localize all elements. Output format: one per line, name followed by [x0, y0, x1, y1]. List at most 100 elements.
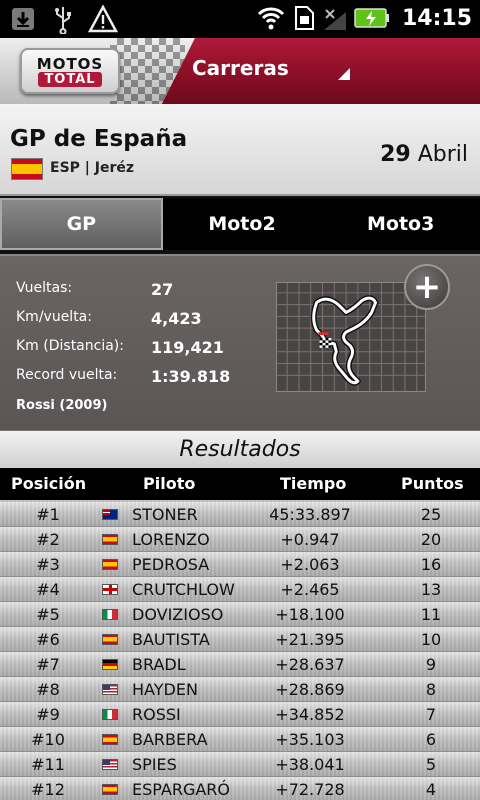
usb-icon: [55, 7, 71, 34]
col-time[interactable]: Tiempo: [280, 474, 346, 493]
rider-name: DOVIZIOSO: [132, 605, 224, 624]
app-header: MOTOS TOTAL Carreras: [0, 38, 480, 104]
race-location: ESP | Jeréz: [50, 160, 135, 176]
table-row[interactable]: #11 SPIES +38.041 5: [0, 752, 480, 777]
col-points[interactable]: Puntos: [401, 474, 464, 493]
section-dropdown[interactable]: Carreras: [192, 56, 289, 80]
table-row[interactable]: #10 BARBERA +35.103 6: [0, 727, 480, 752]
position: #10: [31, 730, 65, 749]
col-rider[interactable]: Piloto: [143, 474, 195, 493]
total-distance-label: Km (Distancia):: [16, 338, 124, 354]
tab-moto2[interactable]: Moto2: [163, 198, 322, 250]
tab-gp[interactable]: GP: [0, 198, 163, 250]
points: 11: [420, 605, 442, 624]
app-logo[interactable]: MOTOS TOTAL: [20, 48, 120, 94]
no-signal-icon: [323, 9, 346, 30]
usa-flag-icon: [102, 684, 118, 695]
germany-flag-icon: [102, 659, 118, 670]
position: #4: [36, 580, 60, 599]
lap-record-value: 1:39.818: [151, 367, 231, 386]
results-title: Resultados: [179, 437, 301, 462]
table-row[interactable]: #2 LORENZO +0.947 20: [0, 527, 480, 552]
italy-flag-icon: [102, 609, 118, 620]
rider-name: BAUTISTA: [132, 630, 210, 649]
race-date: 29 Abril: [380, 142, 468, 167]
race-info: GP de España ESP | Jeréz 29 Abril: [0, 104, 480, 196]
position: #12: [31, 780, 65, 799]
position: #8: [36, 680, 60, 699]
rider-name: HAYDEN: [132, 680, 198, 699]
logo-text-bottom: TOTAL: [38, 71, 102, 87]
km-per-lap-value: 4,423: [151, 309, 202, 328]
table-row[interactable]: #3 PEDROSA +2.063 16: [0, 552, 480, 577]
race-time: +72.728: [275, 780, 345, 799]
spain-flag-icon: [102, 634, 118, 645]
race-time: +38.041: [275, 755, 345, 774]
results-table[interactable]: #1 STONER 45:33.897 25 #2 LORENZO +0.947…: [0, 500, 480, 800]
race-time: +35.103: [275, 730, 345, 749]
rider-name: SPIES: [132, 755, 177, 774]
status-bar: 14:15: [0, 0, 480, 38]
rider-name: CRUTCHLOW: [132, 580, 235, 599]
points: 25: [420, 505, 442, 524]
table-row[interactable]: #9 ROSSI +34.852 7: [0, 702, 480, 727]
spain-flag-icon: [102, 784, 118, 795]
results-header: Resultados: [0, 430, 480, 468]
spain-flag-icon: [11, 158, 43, 180]
tab-moto3[interactable]: Moto3: [321, 198, 480, 250]
table-row[interactable]: #8 HAYDEN +28.869 8: [0, 677, 480, 702]
laps-label: Vueltas:: [16, 280, 73, 296]
race-title: GP de España: [10, 126, 188, 152]
lap-record-holder: Rossi (2009): [16, 398, 108, 413]
usa-flag-icon: [102, 759, 118, 770]
position: #5: [36, 605, 60, 624]
plus-icon[interactable]: +: [404, 264, 450, 310]
race-time: +28.637: [275, 655, 345, 674]
position: #1: [36, 505, 60, 524]
notification-icons: [8, 4, 118, 34]
table-row[interactable]: #4 CRUTCHLOW +2.465 13: [0, 577, 480, 602]
table-row[interactable]: #5 DOVIZIOSO +18.100 11: [0, 602, 480, 627]
points: 10: [420, 630, 442, 649]
clock: 14:15: [401, 5, 472, 31]
race-time: +18.100: [275, 605, 345, 624]
laps-value: 27: [151, 280, 174, 299]
rider-name: BARBERA: [132, 730, 208, 749]
col-position[interactable]: Posición: [11, 474, 86, 493]
points: 20: [420, 530, 442, 549]
total-distance-value: 119,421: [151, 338, 224, 357]
table-row[interactable]: #1 STONER 45:33.897 25: [0, 502, 480, 527]
category-tabs: GP Moto2 Moto3: [0, 198, 480, 250]
spain-flag-icon: [102, 559, 118, 570]
results-column-headers: Posición Piloto Tiempo Puntos: [0, 468, 480, 500]
spain-flag-icon: [102, 734, 118, 745]
circuit-map[interactable]: [276, 282, 426, 392]
wifi-icon: [257, 7, 285, 30]
race-time: +0.947: [280, 530, 340, 549]
points: 4: [425, 780, 437, 799]
table-row[interactable]: #7 BRADL +28.637 9: [0, 652, 480, 677]
position: #3: [36, 555, 60, 574]
points: 5: [425, 755, 437, 774]
position: #11: [31, 755, 65, 774]
system-icons: 14:15: [256, 4, 472, 32]
rider-name: PEDROSA: [132, 555, 210, 574]
download-icon: [12, 8, 34, 30]
points: 8: [425, 680, 437, 699]
position: #6: [36, 630, 60, 649]
battery-charging-icon: [354, 8, 389, 28]
lap-record-label: Record vuelta:: [16, 367, 118, 383]
checkered-flag-pattern: [110, 38, 185, 104]
rider-name: ROSSI: [132, 705, 181, 724]
race-date-day: 29: [380, 142, 411, 167]
rider-name: ESPARGARÓ: [132, 780, 231, 799]
race-time: +21.395: [275, 630, 345, 649]
rider-name: LORENZO: [132, 530, 210, 549]
dropdown-arrow-icon[interactable]: [338, 68, 350, 80]
race-time: +2.465: [280, 580, 340, 599]
logo-text-top: MOTOS: [36, 54, 104, 73]
table-row[interactable]: #6 BAUTISTA +21.395 10: [0, 627, 480, 652]
sim-icon: [294, 6, 314, 30]
table-row[interactable]: #12 ESPARGARÓ +72.728 4: [0, 777, 480, 800]
circuit-stats-panel: Vueltas: 27 Km/vuelta: 4,423 Km (Distanc…: [0, 254, 480, 430]
